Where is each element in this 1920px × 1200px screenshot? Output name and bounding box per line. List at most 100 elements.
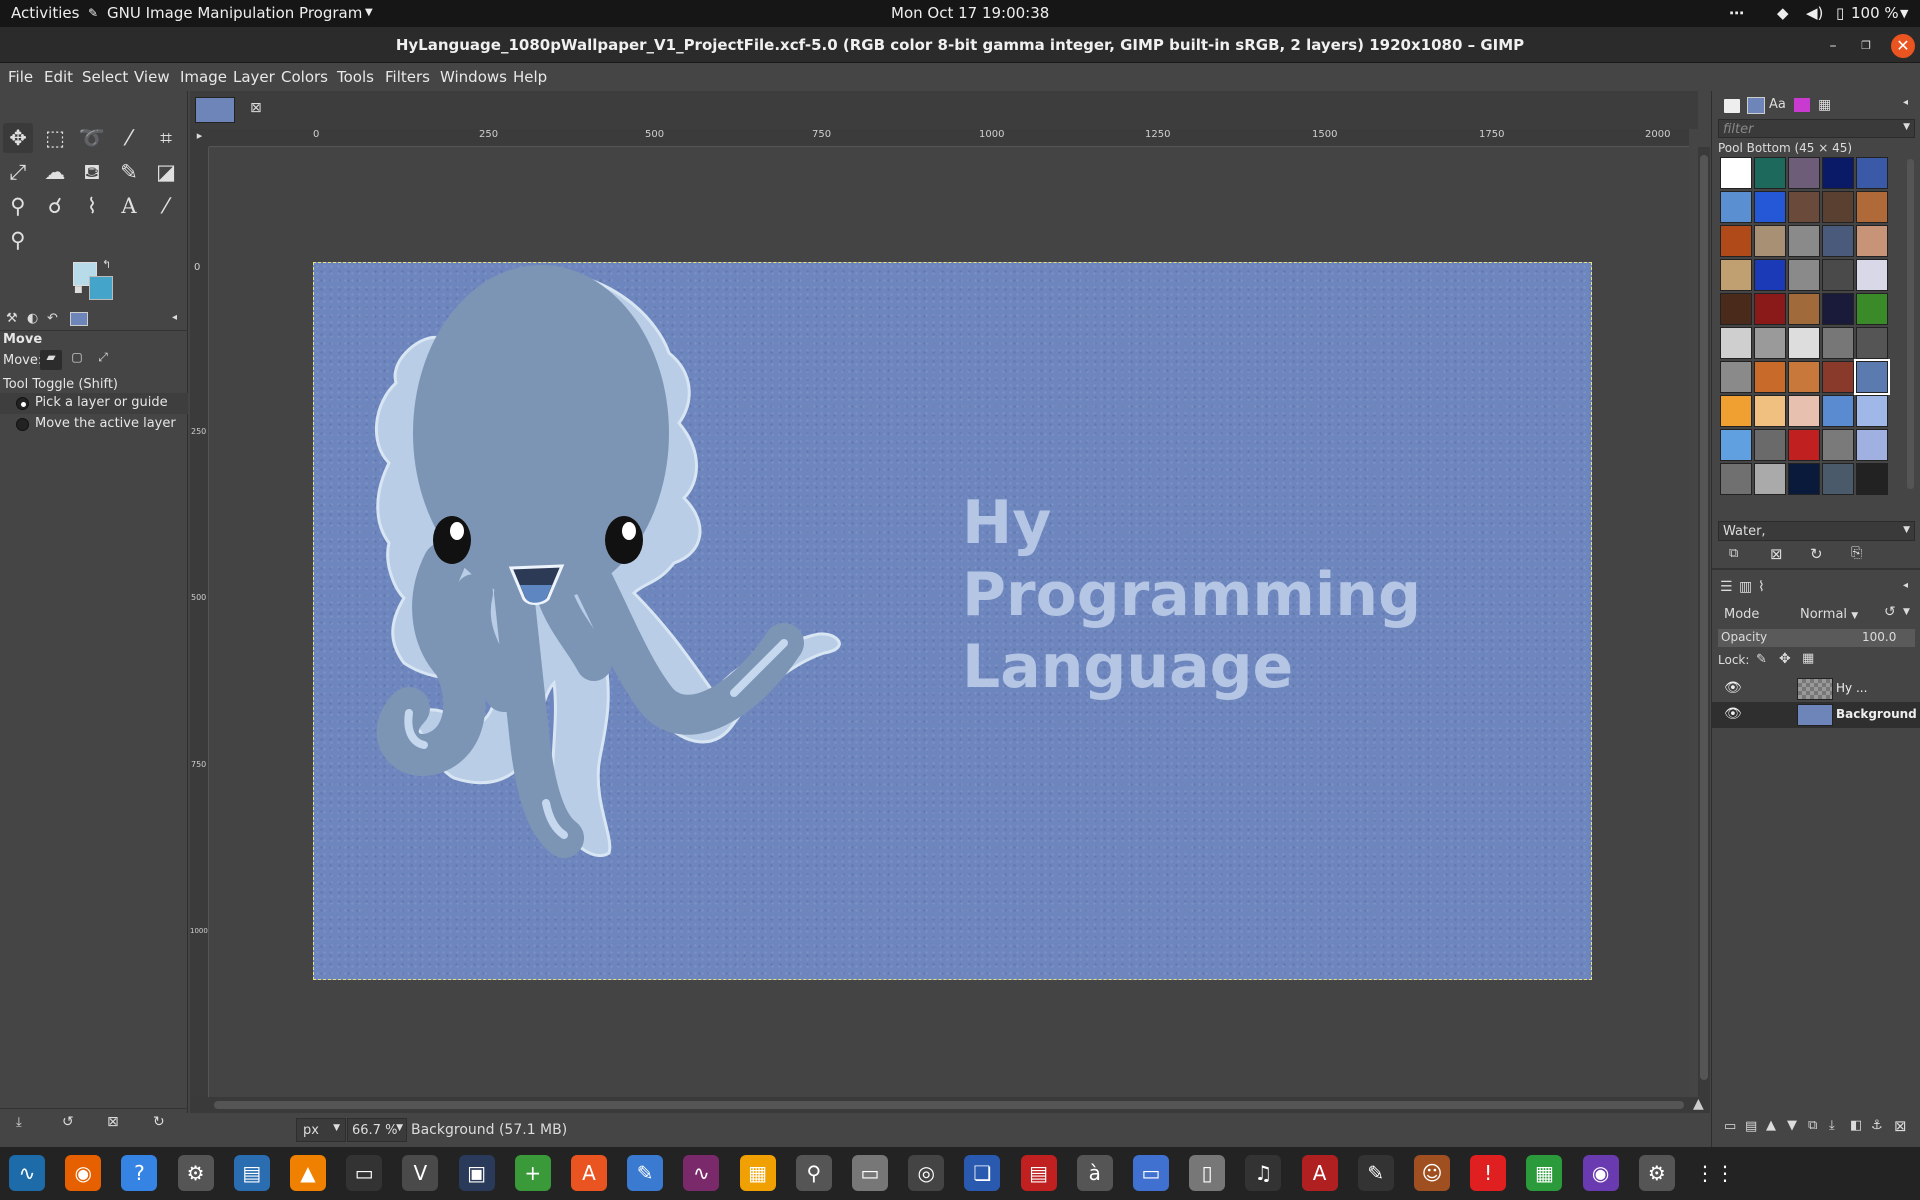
pattern-swatch[interactable] [1720,225,1752,257]
pattern-swatch[interactable] [1822,463,1854,495]
pattern-swatch[interactable] [1720,361,1752,393]
add-icon[interactable]: + [514,1155,551,1191]
firefox-icon[interactable]: ◉ [65,1155,102,1191]
writer-icon[interactable]: ▤ [233,1155,270,1191]
chevron-down-icon[interactable]: ▼ [1903,607,1910,617]
pattern-swatch[interactable] [1720,259,1752,291]
raise-layer-icon[interactable]: ▲ [1766,1118,1776,1133]
files-icon[interactable]: ▭ [852,1155,888,1191]
new-group-icon[interactable]: ▤ [1745,1119,1757,1134]
device-status-tab-icon[interactable]: ◐ [27,311,38,326]
app-menu-button[interactable]: GNU Image Manipulation Program [107,4,362,22]
pattern-tags-input[interactable]: Water, ▼ [1718,521,1915,541]
rect-select-tool-icon[interactable]: ⬚ [40,123,70,153]
vertical-scrollbar[interactable] [1698,147,1710,1097]
lock-position-icon[interactable]: ✥ [1779,651,1791,667]
calculator-icon[interactable]: ▦ [739,1155,776,1191]
layer-row[interactable]: 👁 Hy ... [1712,676,1920,702]
dashboard-icon[interactable]: ◎ [908,1155,945,1191]
fonts-tab-icon[interactable]: Aa [1769,97,1786,112]
menu-file[interactable]: File [8,68,33,86]
pattern-swatch[interactable] [1788,157,1820,189]
settings-icon[interactable]: ⚙ [177,1155,214,1191]
more-icon[interactable]: ⋯ [1729,4,1744,22]
updater-icon[interactable]: ⚙ [1638,1155,1675,1191]
pattern-swatch[interactable] [1788,361,1820,393]
close-window-button[interactable]: ✕ [1891,34,1915,58]
pattern-swatch[interactable] [1822,395,1854,427]
graph-icon[interactable]: ∿ [683,1155,720,1191]
pattern-swatch[interactable] [1754,191,1786,223]
dock-separator[interactable] [1712,568,1920,570]
delete-pattern-icon[interactable]: ⊠ [1770,545,1783,563]
configure-tab-icon[interactable]: ◂ [172,312,177,323]
delete-preset-icon[interactable]: ⊠ [107,1114,119,1130]
default-colors-icon[interactable]: ■ [74,285,83,295]
pattern-swatch[interactable] [1788,429,1820,461]
navigate-icon[interactable]: ▲ [1693,1096,1704,1112]
horizontal-scrollbar-thumb[interactable] [214,1101,1684,1109]
pattern-swatch[interactable] [1788,293,1820,325]
refresh-patterns-icon[interactable]: ↻ [1810,545,1823,563]
bucket-fill-tool-icon[interactable]: ⛾ [77,157,107,187]
pattern-swatch[interactable] [1754,293,1786,325]
slides-icon[interactable]: ▤ [1020,1155,1057,1191]
text-editor-icon[interactable]: ✎ [627,1155,664,1191]
configure-tab-icon[interactable]: ◂ [1903,580,1908,591]
paintbrush-tool-icon[interactable]: ✎ [114,157,144,187]
horizontal-ruler[interactable]: 0 250 500 750 1000 1250 1500 1750 2000 [209,129,1689,147]
pattern-swatch[interactable] [1856,259,1888,291]
vertical-scrollbar-thumb[interactable] [1700,155,1708,1080]
pattern-swatch[interactable] [1856,429,1888,461]
pattern-swatch[interactable] [1788,327,1820,359]
vertical-ruler[interactable]: 0 250 500 750 1000 [190,147,209,1097]
pattern-swatch[interactable] [1720,157,1752,189]
remote-desktop-icon[interactable]: ▣ [458,1155,495,1191]
pattern-swatch[interactable] [1822,361,1854,393]
pattern-swatch[interactable] [1822,429,1854,461]
character-map-icon[interactable]: à [1076,1155,1113,1191]
pdf-icon[interactable]: A [1301,1155,1338,1191]
reset-mode-icon[interactable]: ↺ [1884,604,1896,620]
transform-tool-icon[interactable]: ⤢ [3,157,33,187]
move-selection-icon[interactable]: ▢ [66,350,88,370]
eraser-tool-icon[interactable]: ◪ [151,157,181,187]
move-layer-icon[interactable]: ▰ [40,350,62,370]
warp-tool-icon[interactable]: ☁ [40,157,70,187]
zoom-select[interactable]: 66.7 % ▼ [347,1118,407,1142]
pattern-swatch[interactable] [1856,463,1888,495]
pattern-scrollbar[interactable] [1907,159,1914,489]
quick-mask-corner-icon[interactable]: ▸ [190,129,209,147]
pattern-swatch[interactable] [1720,191,1752,223]
screenshot-icon[interactable]: ◉ [1582,1155,1619,1191]
lock-pixels-icon[interactable]: ✎ [1756,652,1767,667]
gradients-tab-icon[interactable] [1794,98,1810,112]
maximize-icon[interactable]: ❐ [1856,36,1876,56]
archive-icon[interactable]: ▯ [1189,1155,1226,1191]
minimize-icon[interactable]: – [1823,36,1843,56]
activities-button[interactable]: Activities [11,4,79,22]
clone-tool-icon[interactable]: ⚲ [3,191,33,221]
unit-select[interactable]: px ▼ [296,1118,346,1142]
open-pattern-icon[interactable]: ⎘ [1851,545,1862,561]
pattern-swatch[interactable] [1856,327,1888,359]
game-icon[interactable]: ☺ [1414,1155,1450,1191]
wifi-icon[interactable]: ◆ [1777,4,1789,22]
move-active-layer-radio[interactable] [16,418,29,431]
pattern-swatch[interactable] [1754,225,1786,257]
palettes-tab-icon[interactable]: ▦ [1818,97,1831,113]
menu-select[interactable]: Select [82,68,128,86]
menu-tools[interactable]: Tools [337,68,374,86]
duplicate-layer-icon[interactable]: ⧉ [1808,1118,1817,1133]
move-path-icon[interactable]: ⤢ [92,350,114,370]
menu-filters[interactable]: Filters [385,68,430,86]
lower-layer-icon[interactable]: ▼ [1787,1118,1797,1133]
battery-icon[interactable]: ▯ [1836,4,1844,22]
smudge-tool-icon[interactable]: ☌ [40,191,70,221]
pattern-swatch[interactable] [1754,361,1786,393]
pattern-swatch[interactable] [1822,259,1854,291]
image-viewer-icon[interactable]: ⚲ [795,1155,832,1191]
gimp-icon[interactable]: ✎ [1357,1155,1394,1191]
tool-options-tab-icon[interactable]: ⚒ [6,311,18,326]
pattern-swatch[interactable] [1754,157,1786,189]
